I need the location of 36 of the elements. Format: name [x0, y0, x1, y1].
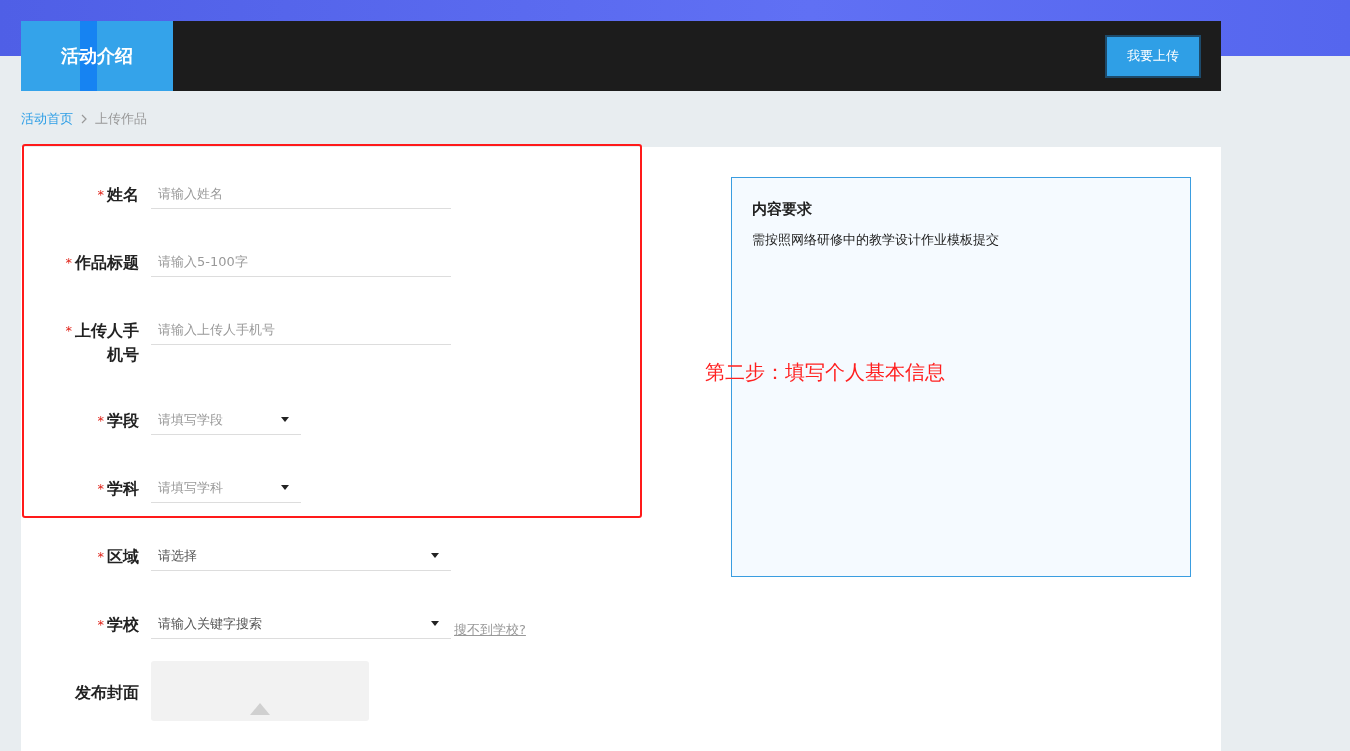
- school-help-link[interactable]: 搜不到学校?: [454, 621, 526, 639]
- required-asterisk: *: [97, 480, 104, 498]
- chevron-right-icon: [81, 114, 87, 124]
- required-asterisk: *: [97, 548, 104, 566]
- required-asterisk: *: [65, 322, 72, 340]
- field-label: 学段: [107, 410, 139, 432]
- breadcrumb-link[interactable]: 活动首页: [21, 110, 73, 128]
- required-asterisk: *: [97, 616, 104, 634]
- input-field[interactable]: 请输入5-100字: [151, 247, 451, 277]
- field-label: 发布封面: [75, 682, 139, 704]
- caret-icon: [281, 485, 289, 490]
- caret-icon: [431, 553, 439, 558]
- select-field[interactable]: 请填写学段: [151, 405, 301, 435]
- input-field[interactable]: 请输入姓名: [151, 179, 451, 209]
- caret-icon: [281, 417, 289, 422]
- select-field[interactable]: 请输入关键字搜索: [151, 609, 451, 639]
- field-label: 姓名: [107, 184, 139, 206]
- field-label: 作品标题: [75, 252, 139, 274]
- field-label: 上传人手机号: [75, 320, 139, 366]
- select-field[interactable]: 请选择: [151, 541, 451, 571]
- image-placeholder-icon: [250, 703, 270, 715]
- requirements-title: 内容要求: [752, 200, 813, 219]
- required-asterisk: *: [97, 186, 104, 204]
- caret-icon: [431, 621, 439, 626]
- nav-tab[interactable]: 活动介绍: [21, 21, 173, 91]
- cover-upload-area[interactable]: [151, 661, 369, 721]
- field-label: 区域: [107, 546, 139, 568]
- input-field[interactable]: 请输入上传人手机号: [151, 315, 451, 345]
- required-asterisk: *: [65, 254, 72, 272]
- field-label: 学校: [107, 614, 139, 636]
- field-label: 学科: [107, 478, 139, 500]
- upload-button[interactable]: 我要上传: [1105, 34, 1201, 78]
- select-field[interactable]: 请填写学科: [151, 473, 301, 503]
- breadcrumb-current: 上传作品: [95, 110, 147, 128]
- requirements-text: 需按照网络研修中的教学设计作业模板提交: [752, 231, 1000, 249]
- required-asterisk: *: [97, 412, 104, 430]
